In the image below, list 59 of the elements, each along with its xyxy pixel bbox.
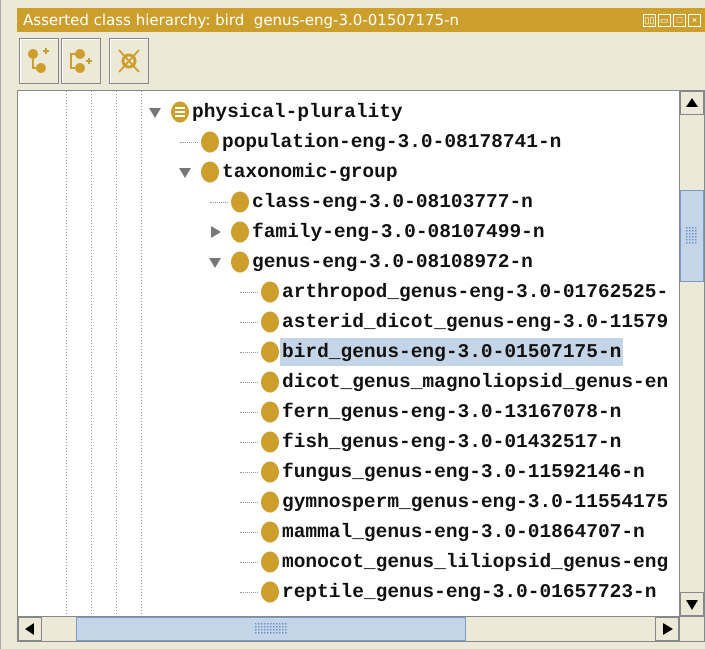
tree-node[interactable]: taxonomic-group — [220, 158, 400, 186]
tree-node[interactable]: monocot_genus_liliopsid_genus-eng — [280, 548, 670, 576]
class-icon — [200, 131, 220, 153]
class-icon — [260, 581, 280, 603]
collapse-arrow-icon — [178, 165, 192, 179]
class-icon — [260, 401, 280, 423]
class-icon — [230, 251, 250, 273]
vertical-scrollbar[interactable] — [679, 91, 704, 616]
scroll-down-button[interactable] — [680, 592, 704, 616]
class-icon — [260, 521, 280, 543]
scroll-left-button[interactable] — [18, 617, 42, 641]
tree-node[interactable]: gymnosperm_genus-eng-3.0-11554175 — [280, 488, 670, 516]
class-icon — [260, 311, 280, 333]
left-arrow-icon — [23, 622, 37, 636]
scroll-up-button[interactable] — [680, 91, 704, 115]
tree-node[interactable]: fern_genus-eng-3.0-13167078-n — [280, 398, 624, 426]
delete-button[interactable] — [109, 38, 149, 84]
add-subclass-icon — [26, 47, 52, 75]
grip-icon — [686, 227, 698, 245]
class-icon — [260, 341, 280, 363]
tree-node[interactable]: population-eng-3.0-08178741-n — [220, 128, 564, 156]
class-icon — [260, 461, 280, 483]
right-arrow-icon — [660, 622, 674, 636]
delete-class-icon — [116, 47, 142, 75]
tree-node[interactable]: physical-plurality — [190, 98, 405, 126]
class-icon — [170, 101, 190, 123]
class-icon — [260, 281, 280, 303]
grip-icon — [254, 623, 288, 635]
class-icon — [260, 491, 280, 513]
class-icon — [230, 221, 250, 243]
tree-node[interactable]: bird_genus-eng-3.0-01507175-n — [280, 338, 624, 366]
tree-node[interactable]: fungus_genus-eng-3.0-11592146-n — [280, 458, 647, 486]
class-icon — [230, 191, 250, 213]
class-icon — [260, 551, 280, 573]
tree-node[interactable]: family-eng-3.0-08107499-n — [250, 218, 547, 246]
tree-node[interactable]: asterid_dicot_genus-eng-3.0-11579 — [280, 308, 670, 336]
collapse-arrow-icon — [148, 105, 162, 119]
scroll-thumb[interactable] — [680, 190, 704, 282]
tree-node[interactable]: fish_genus-eng-3.0-01432517-n — [280, 428, 624, 456]
tree-node[interactable]: dicot_genus_magnoliopsid_genus-en — [280, 368, 670, 396]
class-icon — [200, 161, 220, 183]
scroll-thumb[interactable] — [76, 617, 466, 641]
add-subclass-button[interactable] — [19, 38, 59, 84]
class-icon — [260, 371, 280, 393]
add-sibling-button[interactable] — [61, 38, 101, 84]
up-arrow-icon — [685, 96, 699, 110]
scroll-right-button[interactable] — [655, 617, 679, 641]
add-sibling-icon — [68, 47, 94, 75]
expand-arrow-icon — [208, 225, 222, 239]
horizontal-scrollbar[interactable] — [18, 616, 679, 641]
tree-node[interactable]: genus-eng-3.0-08108972-n — [250, 248, 535, 276]
collapse-arrow-icon — [208, 255, 222, 269]
tree-node[interactable]: arthropod_genus-eng-3.0-01762525- — [280, 278, 670, 306]
tree-node[interactable]: mammal_genus-eng-3.0-01864707-n — [280, 518, 647, 546]
tree-node[interactable]: reptile_genus-eng-3.0-01657723-n — [280, 578, 658, 606]
panel-title: Asserted class hierarchy: bird genus-eng-3.0-01507175-n — [23, 11, 459, 29]
class-icon — [260, 431, 280, 453]
down-arrow-icon — [685, 597, 699, 611]
tree-node[interactable]: class-eng-3.0-08103777-n — [250, 188, 535, 216]
